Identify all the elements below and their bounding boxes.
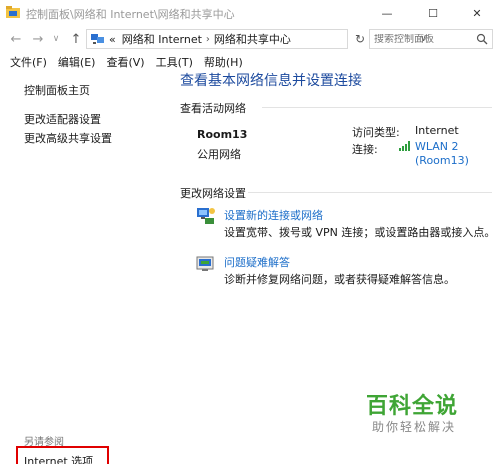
network-icon xyxy=(91,34,104,44)
wifi-signal-icon xyxy=(399,141,410,151)
watermark: 百科全说 助你轻松解决 xyxy=(366,388,466,438)
menu-bar: 文件(F) 编辑(E) 查看(V) 工具(T) 帮助(H) xyxy=(0,53,500,70)
menu-help[interactable]: 帮助(H) xyxy=(202,54,245,70)
search-box[interactable] xyxy=(369,29,493,49)
back-button[interactable]: ← xyxy=(8,30,24,48)
change-settings-heading: 更改网络设置 xyxy=(180,187,246,200)
sidebar: 控制面板主页 更改适配器设置 更改高级共享设置 另请参阅 Internet 选项 xyxy=(0,70,166,464)
up-button[interactable]: ↑ xyxy=(68,30,84,48)
search-icon[interactable] xyxy=(476,33,488,45)
sidebar-item-control-panel-home[interactable]: 控制面板主页 xyxy=(24,82,90,98)
refresh-button[interactable]: ↻ xyxy=(352,31,368,47)
watermark-title: 百科全说 xyxy=(366,394,459,419)
network-type[interactable]: 公用网络 xyxy=(197,146,241,162)
address-bar[interactable]: « 网络和 Internet › 网络和共享中心 ∨ xyxy=(86,29,427,49)
menu-edit[interactable]: 编辑(E) xyxy=(56,54,98,70)
menu-file[interactable]: 文件(F) xyxy=(8,54,49,70)
wlan-connection-link[interactable]: WLAN 2 (Room13) xyxy=(415,140,469,168)
window-title: 控制面板\网络和 Internet\网络和共享中心 xyxy=(26,8,235,21)
breadcrumb-overflow[interactable]: « xyxy=(109,33,116,46)
watermark-subtitle: 助你轻松解决 xyxy=(372,420,457,434)
active-networks-heading: 查看活动网络 xyxy=(180,102,246,115)
breadcrumb-separator: › xyxy=(205,33,210,45)
forward-button[interactable]: → xyxy=(30,30,46,48)
divider xyxy=(248,192,492,193)
connection-name[interactable]: WLAN 2 xyxy=(415,140,469,154)
sidebar-item-adapter-settings[interactable]: 更改适配器设置 xyxy=(24,111,101,127)
navigation-bar: ← → ∨ ↑ « 网络和 Internet › 网络和共享中心 ∨ ↻ xyxy=(0,26,500,52)
breadcrumb-network-internet[interactable]: 网络和 Internet xyxy=(122,31,202,47)
breadcrumb-sharing-center[interactable]: 网络和共享中心 xyxy=(214,31,291,47)
troubleshoot-description: 诊断并修复网络问题，或者获得疑难解答信息。 xyxy=(224,273,455,286)
title-bar: 控制面板\网络和 Internet\网络和共享中心 — ☐ ✕ xyxy=(0,0,500,26)
access-type-label: 访问类型: xyxy=(352,126,400,139)
close-button[interactable]: ✕ xyxy=(454,0,500,26)
new-connection-icon xyxy=(197,208,215,224)
sidebar-item-internet-options[interactable]: Internet 选项 xyxy=(24,453,93,464)
search-input[interactable] xyxy=(374,33,474,45)
maximize-button[interactable]: ☐ xyxy=(410,0,456,26)
setup-connection-link[interactable]: 设置新的连接或网络 xyxy=(224,207,323,223)
connection-label: 连接: xyxy=(352,143,378,156)
network-folder-icon xyxy=(6,6,20,18)
menu-view[interactable]: 查看(V) xyxy=(104,54,146,70)
troubleshoot-link[interactable]: 问题疑难解答 xyxy=(224,254,290,270)
access-type-value: Internet xyxy=(415,124,459,137)
setup-connection-description: 设置宽带、拨号或 VPN 连接；或设置路由器或接入点。 xyxy=(224,226,496,239)
recent-locations-dropdown[interactable]: ∨ xyxy=(48,30,64,48)
connection-ssid[interactable]: (Room13) xyxy=(415,154,469,168)
sidebar-item-advanced-sharing[interactable]: 更改高级共享设置 xyxy=(24,130,112,146)
menu-tools[interactable]: 工具(T) xyxy=(154,54,195,70)
divider xyxy=(262,107,492,108)
network-name: Room13 xyxy=(197,128,248,141)
troubleshoot-icon xyxy=(196,256,214,271)
minimize-button[interactable]: — xyxy=(364,0,410,26)
page-title: 查看基本网络信息并设置连接 xyxy=(180,73,362,89)
